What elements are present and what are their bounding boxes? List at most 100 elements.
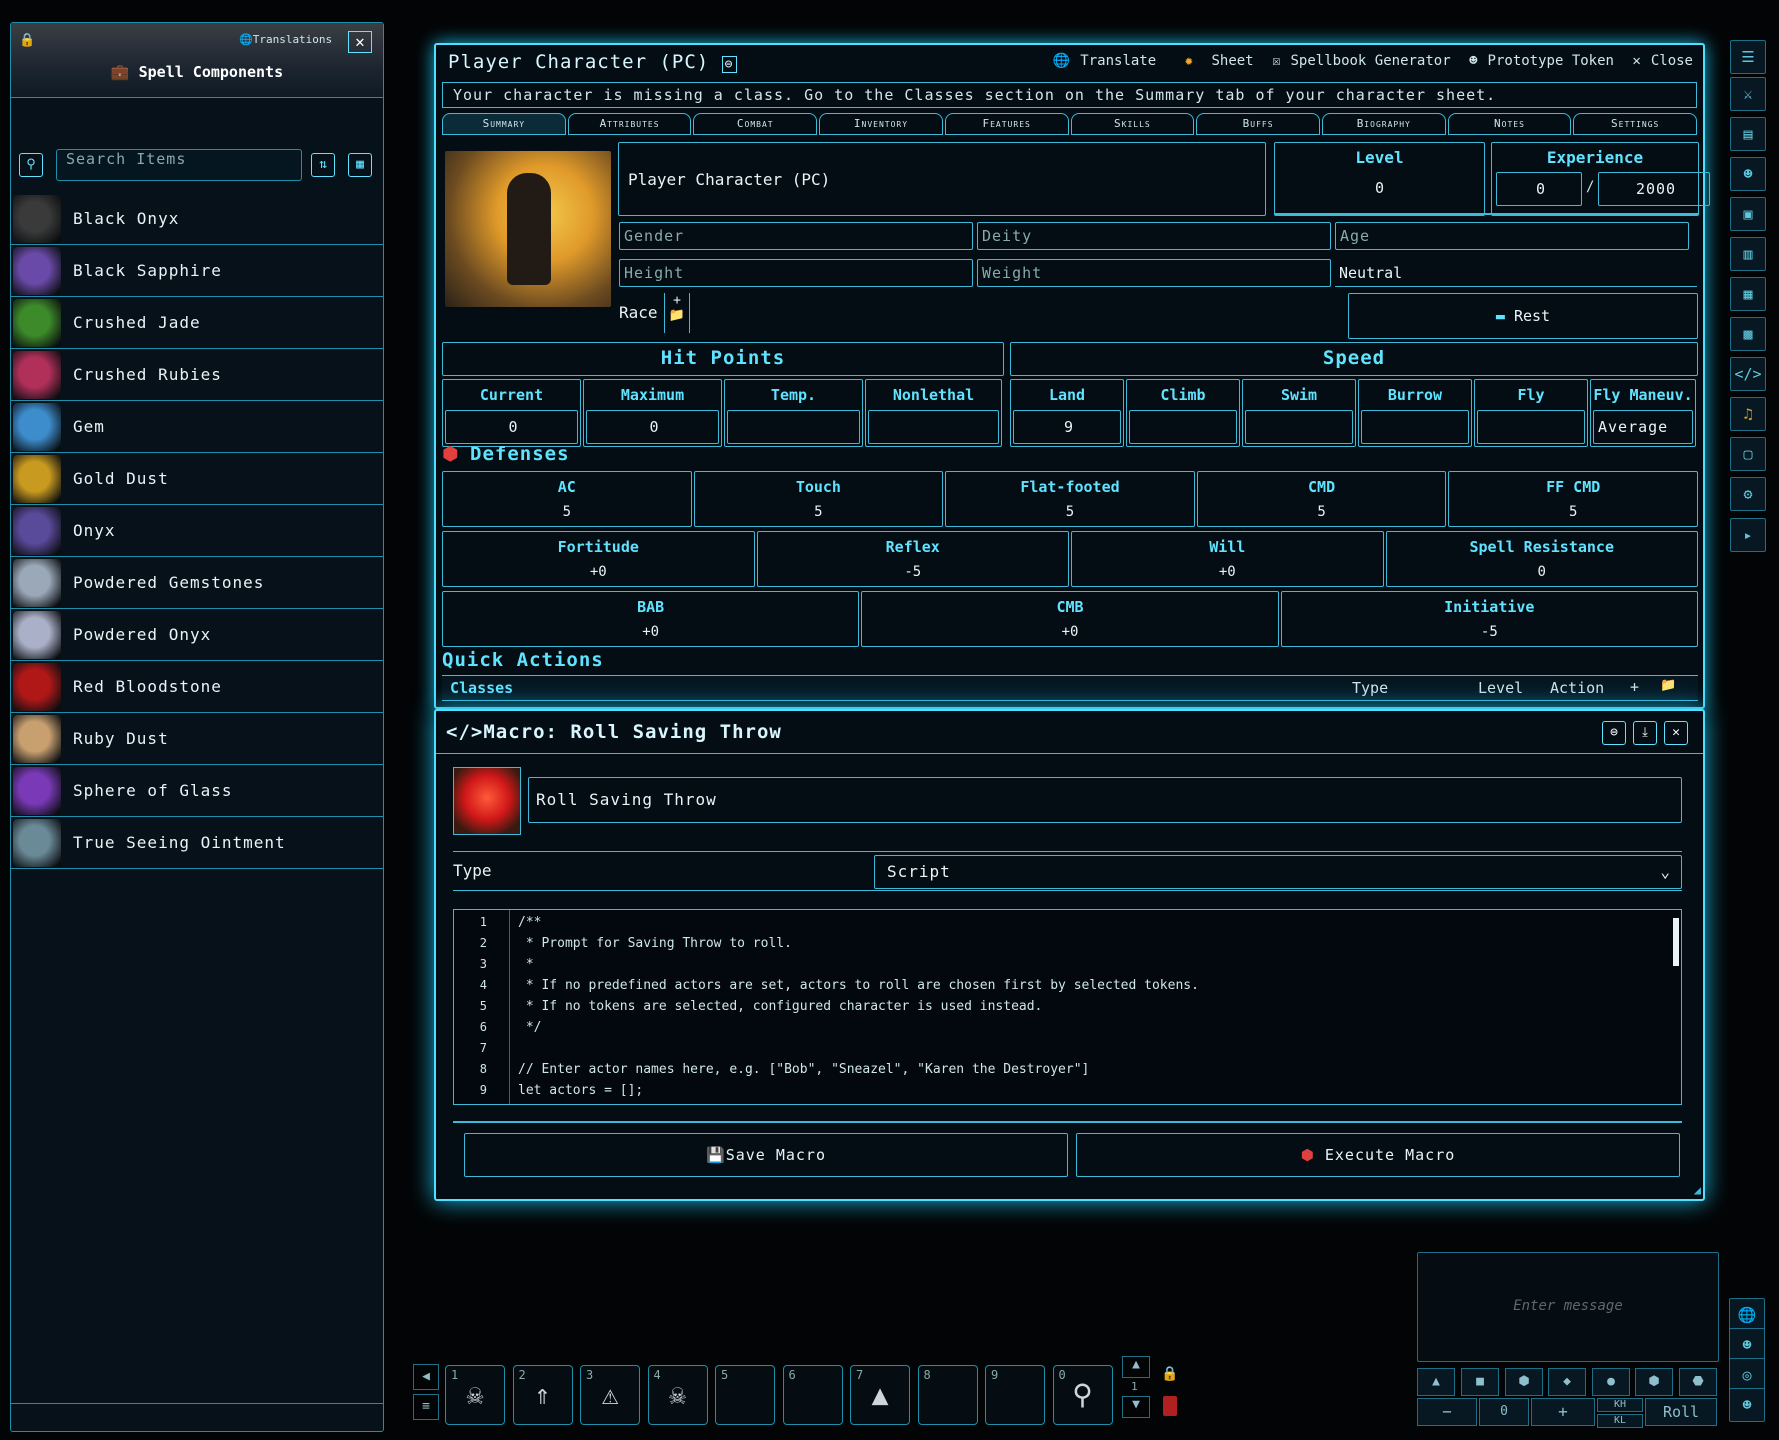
roll-button[interactable]: Roll xyxy=(1645,1398,1717,1426)
items-icon[interactable]: ▣ xyxy=(1730,197,1766,231)
modifier-input[interactable]: 0 xyxy=(1479,1398,1529,1426)
speed-input[interactable] xyxy=(1245,410,1353,444)
list-item[interactable]: Sphere of Glass xyxy=(11,765,383,817)
speed-input[interactable] xyxy=(1129,410,1237,444)
roll-type-d10-icon[interactable]: ● xyxy=(1592,1368,1630,1396)
page-down-icon[interactable]: ▼ xyxy=(1122,1396,1150,1418)
xp-current-input[interactable]: 0 xyxy=(1496,172,1582,206)
tab-combat[interactable]: Combat xyxy=(693,113,818,135)
list-item[interactable]: Black Onyx xyxy=(11,193,383,245)
list-item[interactable]: Powdered Onyx xyxy=(11,609,383,661)
sheet-config-button[interactable]: ✹ Sheet xyxy=(1175,53,1254,69)
close-icon[interactable]: ✕ xyxy=(1664,721,1688,745)
list-item[interactable]: Gold Dust xyxy=(11,453,383,505)
code-line[interactable]: * Prompt for Saving Throw to roll. xyxy=(518,933,1658,954)
roll-type-d4-icon[interactable]: ■ xyxy=(1461,1368,1499,1396)
rest-button[interactable]: ▬ Rest xyxy=(1348,293,1698,339)
speed-input[interactable] xyxy=(1477,410,1585,444)
hp-input[interactable]: 0 xyxy=(586,410,719,444)
saves_row-cell[interactable]: Will +0 xyxy=(1071,531,1384,587)
translations-button[interactable]: 🌐Translations xyxy=(239,33,332,46)
saves_row-cell[interactable]: Spell Resistance 0 xyxy=(1385,531,1698,587)
increment-button[interactable]: + xyxy=(1531,1398,1595,1426)
def_row-cell[interactable]: CMD 5 xyxy=(1196,471,1447,527)
lock-icon[interactable]: 🔒 xyxy=(19,33,35,48)
height-input[interactable]: Height xyxy=(619,259,973,287)
scenes-icon[interactable]: ▤ xyxy=(1730,117,1766,151)
compendium-icon[interactable]: ▢ xyxy=(1730,437,1766,471)
folder-icon[interactable]: 📁 xyxy=(1660,678,1676,693)
list-item[interactable]: Gem xyxy=(11,401,383,453)
bab_row-cell[interactable]: CMB +0 xyxy=(861,591,1279,647)
resize-handle[interactable]: ◢ xyxy=(1694,1183,1701,1197)
hp-input[interactable]: 0 xyxy=(445,410,578,444)
def_row-cell[interactable]: AC 5 xyxy=(442,471,692,527)
saves_row-cell[interactable]: Fortitude +0 xyxy=(442,531,755,587)
hp-input[interactable] xyxy=(868,410,999,444)
cards-icon[interactable]: ▩ xyxy=(1730,317,1766,351)
xp-max-input[interactable]: 2000 xyxy=(1598,172,1710,206)
trash-icon[interactable] xyxy=(1163,1396,1177,1416)
weight-input[interactable]: Weight xyxy=(977,259,1331,287)
tab-summary[interactable]: Summary xyxy=(442,113,566,135)
tab-inventory[interactable]: Inventory xyxy=(819,113,943,135)
tab-buffs[interactable]: Buffs xyxy=(1196,113,1320,135)
tab-notes[interactable]: Notes xyxy=(1447,113,1572,135)
code-line[interactable]: */ xyxy=(518,1017,1658,1038)
alignment-select[interactable]: Neutral xyxy=(1335,259,1697,287)
roll-type-d20-icon[interactable]: ⬣ xyxy=(1679,1368,1717,1396)
saves_row-cell[interactable]: Reflex -5 xyxy=(756,531,1069,587)
volume-icon[interactable]: ◀ xyxy=(413,1364,439,1390)
list-item[interactable]: Crushed Jade xyxy=(11,297,383,349)
macro-type-select[interactable]: Script ⌄ xyxy=(874,855,1682,889)
roll-type-d8-icon[interactable]: ◆ xyxy=(1548,1368,1586,1396)
character-portrait[interactable] xyxy=(445,151,611,307)
menu-icon[interactable]: ≡ xyxy=(413,1394,439,1420)
document-id-icon[interactable]: ⊜ xyxy=(721,56,737,73)
macro-name-input[interactable]: Roll Saving Throw xyxy=(528,777,1682,823)
combat-icon[interactable]: ⚔ xyxy=(1730,77,1766,111)
journal-icon[interactable]: ▥ xyxy=(1730,237,1766,271)
roll-type-d6-icon[interactable]: ⬢ xyxy=(1505,1368,1543,1396)
def_row-cell[interactable]: Flat-footed 5 xyxy=(945,471,1195,527)
fly-maneuverability-select[interactable]: Average xyxy=(1593,410,1693,444)
bab_row-cell[interactable]: BAB +0 xyxy=(442,591,860,647)
bab_row-cell[interactable]: Initiative -5 xyxy=(1280,591,1698,647)
lock-icon[interactable]: 🔒 xyxy=(1158,1366,1182,1388)
hotbar-slot[interactable]: 8 xyxy=(917,1365,978,1425)
players-icon[interactable]: ☻ xyxy=(1729,1328,1765,1362)
chat-input[interactable]: Enter message xyxy=(1418,1298,1718,1314)
roll-type-d12-icon[interactable]: ⬢ xyxy=(1635,1368,1673,1396)
settings-icon[interactable]: ⚙ xyxy=(1730,477,1766,511)
list-item[interactable]: Red Bloodstone xyxy=(11,661,383,713)
code-line[interactable]: * If no tokens are selected, configured … xyxy=(518,996,1658,1017)
playlists-icon[interactable]: ♫ xyxy=(1730,397,1766,431)
list-item[interactable]: True Seeing Ointment xyxy=(11,817,383,869)
document-id-icon[interactable]: ⊜ xyxy=(1602,721,1626,745)
hotbar-slot[interactable]: 5 xyxy=(715,1365,775,1425)
sort-icon[interactable]: ⇅ xyxy=(311,153,335,177)
tab-features[interactable]: Features xyxy=(944,113,1069,135)
add-race-button[interactable]: + 📁 xyxy=(664,293,690,333)
download-icon[interactable]: ⤓ xyxy=(1633,721,1657,745)
page-up-icon[interactable]: ▲ xyxy=(1122,1356,1150,1378)
hotbar-slot[interactable]: 3 ⚠ xyxy=(580,1365,640,1425)
code-content[interactable]: /** * Prompt for Saving Throw to roll. *… xyxy=(518,912,1658,1101)
hp-input[interactable] xyxy=(727,410,860,444)
layout-toggle-icon[interactable]: ▦ xyxy=(348,153,372,177)
hide-icon[interactable]: ◎ xyxy=(1729,1358,1765,1392)
tables-icon[interactable]: ▦ xyxy=(1730,277,1766,311)
decrement-button[interactable]: − xyxy=(1417,1398,1477,1426)
hotbar-slot[interactable]: 2 ⇑ xyxy=(512,1365,573,1425)
tab-skills[interactable]: Skills xyxy=(1070,113,1195,135)
actors-icon[interactable]: ☻ xyxy=(1730,157,1766,191)
tab-biography[interactable]: Biography xyxy=(1321,113,1446,135)
roll-type-public-icon[interactable]: ▲ xyxy=(1417,1368,1455,1396)
code-line[interactable]: /** xyxy=(518,912,1658,933)
hotbar-slot[interactable]: 1 ☠ xyxy=(445,1365,505,1425)
code-line[interactable]: * If no predefined actors are set, actor… xyxy=(518,975,1658,996)
list-item[interactable]: Black Sapphire xyxy=(11,245,383,297)
hotbar-slot[interactable]: 7 ▲ xyxy=(850,1365,910,1425)
code-editor[interactable]: 1 2 3 4 5 6 7 8 9 /** * Prompt for Saving Throw … xyxy=(453,909,1682,1105)
list-item[interactable]: Powdered Gemstones xyxy=(11,557,383,609)
